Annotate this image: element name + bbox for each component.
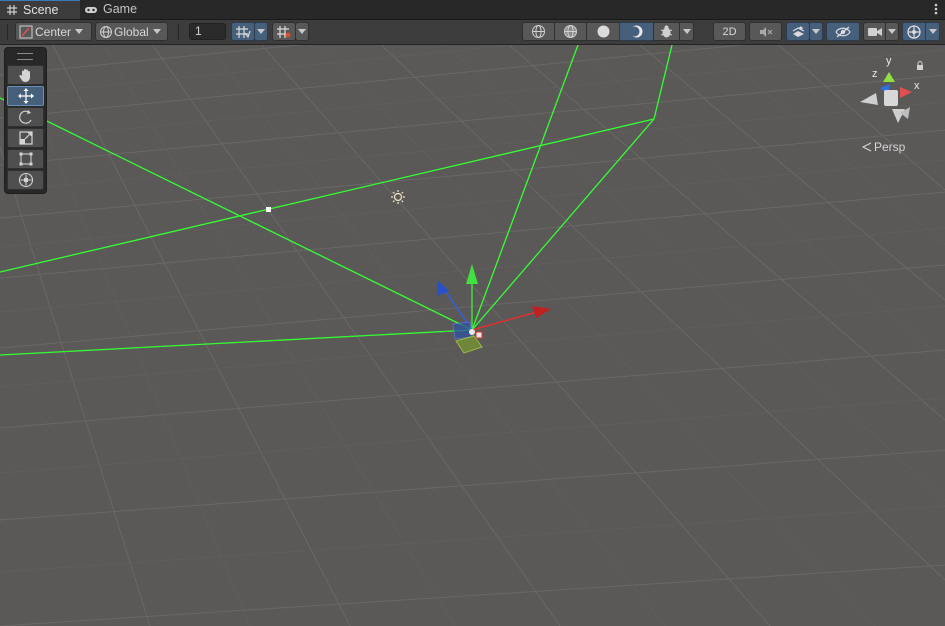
snap-increment-button[interactable] xyxy=(272,22,296,41)
unlit-icon xyxy=(629,24,644,39)
tab-scene[interactable]: Scene xyxy=(0,0,80,19)
gizmos-icon xyxy=(906,24,922,40)
snap-icon xyxy=(276,25,292,39)
scale-icon xyxy=(18,130,34,146)
chevron-down-icon xyxy=(888,29,896,34)
perspective-icon xyxy=(862,142,872,152)
pivot-mode-label: Center xyxy=(35,24,72,39)
neg-y-cone xyxy=(892,109,905,123)
pivot-mode-dropdown[interactable]: Center xyxy=(15,22,92,41)
pivot-rotation-label: Global xyxy=(114,24,149,39)
bug-icon xyxy=(659,24,674,39)
scene-camera-button[interactable] xyxy=(863,22,886,41)
gizmos-options-dropdown[interactable] xyxy=(925,22,940,41)
wireframe-mode-button[interactable] xyxy=(522,22,555,41)
grid-icon xyxy=(6,4,18,16)
effects-icon xyxy=(791,25,806,39)
visibility-icon xyxy=(835,25,851,39)
chevron-down-icon xyxy=(152,29,161,34)
effects-options-dropdown[interactable] xyxy=(809,22,823,41)
gizmos-toggle-button[interactable] xyxy=(902,22,926,41)
shaded-mode-button[interactable] xyxy=(586,22,620,41)
camera-icon xyxy=(867,26,883,38)
unlit-mode-button[interactable] xyxy=(619,22,654,41)
lock-icon[interactable] xyxy=(916,60,924,70)
chevron-down-icon xyxy=(75,29,84,34)
camera-frustum xyxy=(0,45,673,356)
tab-game[interactable]: Game xyxy=(78,0,145,19)
rect-tool-button[interactable] xyxy=(7,149,44,169)
pivot-rotation-dropdown[interactable]: Global xyxy=(95,22,168,41)
scene-toolbar: Center Global 1 2D xyxy=(0,20,945,45)
axis-x-label: x xyxy=(914,80,920,92)
chevron-down-icon xyxy=(257,29,265,34)
grid-snap-icon xyxy=(235,25,251,39)
move-icon xyxy=(17,88,34,104)
snap-options-dropdown[interactable] xyxy=(295,22,309,41)
chevron-down-icon xyxy=(812,29,820,34)
toolbar-separator xyxy=(7,24,8,40)
y-axis-cone xyxy=(883,72,895,82)
shaded-wireframe-mode-button[interactable] xyxy=(554,22,587,41)
axis-z-label: z xyxy=(872,68,878,80)
wireframe-icon xyxy=(531,24,546,39)
axis-y-label: y xyxy=(886,55,892,67)
projection-toggle[interactable]: Persp xyxy=(862,139,905,155)
audio-toggle-button[interactable] xyxy=(749,22,782,41)
shaded-wireframe-icon xyxy=(563,24,578,39)
chevron-down-icon xyxy=(298,29,306,34)
move-tool-button[interactable] xyxy=(7,86,44,106)
toolbar-separator xyxy=(178,24,179,40)
tab-game-label: Game xyxy=(103,2,138,16)
chevron-down-icon xyxy=(928,29,937,34)
pivot-icon xyxy=(19,25,33,39)
tools-overlay xyxy=(4,47,47,194)
light-icon xyxy=(391,190,405,204)
transform-icon xyxy=(18,172,34,188)
grid-size-field[interactable]: 1 xyxy=(189,23,226,40)
tab-bar: Scene Game xyxy=(0,0,945,20)
rotate-tool-button[interactable] xyxy=(7,107,44,127)
scene-canvas xyxy=(0,45,945,626)
drag-handle[interactable] xyxy=(17,53,33,60)
hand-icon xyxy=(18,67,34,83)
camera-options-dropdown[interactable] xyxy=(885,22,899,41)
shaded-icon xyxy=(596,24,611,39)
frustum-handle xyxy=(266,207,271,212)
debug-mode-button[interactable] xyxy=(653,22,680,41)
effects-toggle-button[interactable] xyxy=(786,22,810,41)
hand-tool-button[interactable] xyxy=(7,65,44,85)
toggle-2d-label: 2D xyxy=(722,25,737,38)
gizmo-center xyxy=(884,90,898,106)
neg-x-cone xyxy=(860,93,878,105)
projection-label: Persp xyxy=(874,140,906,154)
audio-icon xyxy=(758,25,773,39)
toggle-2d-button[interactable]: 2D xyxy=(713,22,746,41)
draw-mode-dropdown[interactable] xyxy=(679,22,694,41)
scene-viewport[interactable]: y x z xyxy=(0,45,945,626)
orientation-gizmo[interactable]: y x z xyxy=(852,55,932,135)
globe-icon xyxy=(99,25,113,39)
tab-scene-label: Scene xyxy=(23,3,59,17)
chevron-down-icon xyxy=(682,29,691,34)
rect-transform-icon xyxy=(18,151,34,167)
transform-tool-button[interactable] xyxy=(7,170,44,190)
grid-visibility-button[interactable] xyxy=(231,22,255,41)
rotate-icon xyxy=(18,109,34,125)
more-options-icon[interactable] xyxy=(933,2,939,16)
scale-tool-button[interactable] xyxy=(7,128,44,148)
grid-options-dropdown[interactable] xyxy=(254,22,268,41)
x-axis-cone xyxy=(900,87,912,98)
scene-visibility-button[interactable] xyxy=(826,22,860,41)
gamepad-icon xyxy=(84,4,98,16)
neg-z-cone xyxy=(900,107,910,119)
